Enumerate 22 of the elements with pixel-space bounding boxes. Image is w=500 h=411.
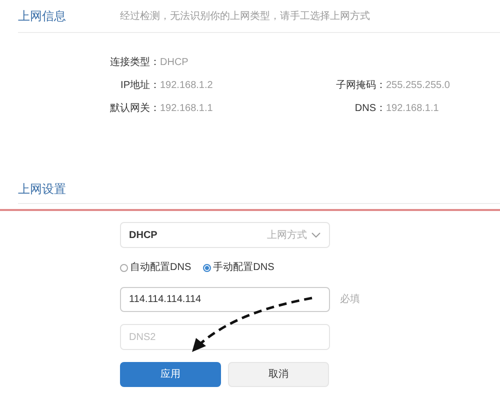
dns-radio[interactable]: 手动配置DNS	[203, 260, 274, 275]
dns-radio[interactable]: 自动配置DNS	[120, 260, 192, 275]
dns2-input[interactable]: DNS2	[120, 324, 330, 350]
section-title: 上网信息	[18, 8, 67, 25]
field-label: 连接类型：	[109, 56, 160, 70]
cancel-button[interactable]: 取消	[228, 362, 329, 387]
field-label: 子网掩码：	[335, 79, 386, 93]
field-value: 255.255.255.0	[386, 79, 450, 93]
chevron-down-icon	[311, 232, 321, 238]
field-value: DHCP	[160, 56, 188, 70]
field-value: 192.168.1.1	[386, 102, 439, 116]
section-description: 经过检测，无法识别你的上网类型，请手工选择上网方式	[120, 10, 370, 24]
field-value: 192.168.1.1	[160, 102, 213, 116]
connection-mode-select[interactable]: DHCP 上网方式	[120, 222, 330, 248]
field-value: 192.168.1.2	[160, 79, 213, 93]
required-hint: 必填	[340, 292, 360, 307]
field-label: 默认网关：	[109, 102, 160, 116]
field-label: DNS：	[354, 102, 386, 116]
dns1-input[interactable]: 114.114.114.114	[120, 287, 330, 312]
section-title: 上网设置	[18, 180, 66, 198]
apply-button[interactable]: 应用	[120, 362, 221, 387]
field-label: IP地址：	[120, 78, 160, 93]
